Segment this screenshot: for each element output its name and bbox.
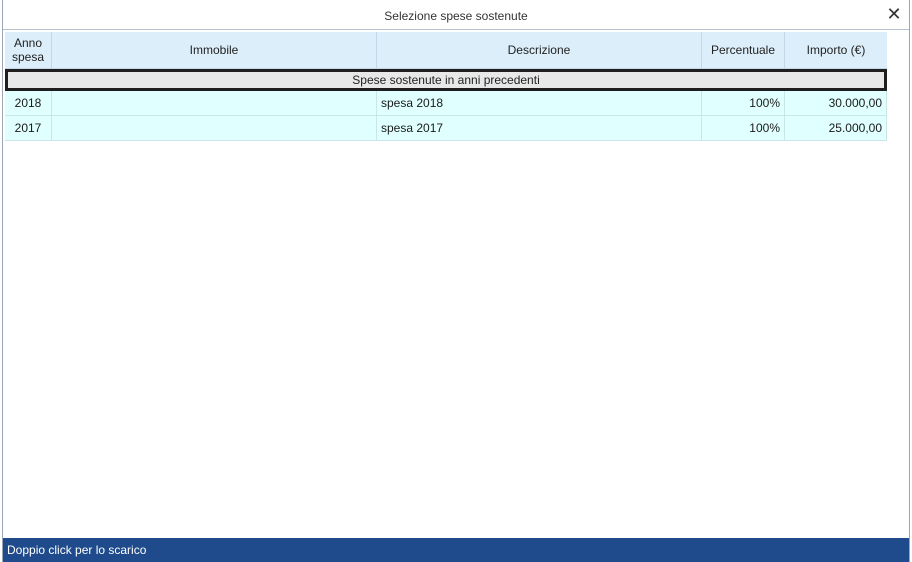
window-title: Selezione spese sostenute bbox=[384, 9, 528, 23]
group-label: Spese sostenute in anni precedenti bbox=[352, 73, 540, 87]
cell-anno: 2018 bbox=[5, 91, 52, 115]
cell-importo: 25.000,00 bbox=[785, 116, 887, 140]
cell-anno: 2017 bbox=[5, 116, 52, 140]
cell-immobile bbox=[52, 91, 377, 115]
table-row[interactable]: 2018 spesa 2018 100% 30.000,00 bbox=[5, 91, 887, 116]
column-header-anno-spesa[interactable]: Anno spesa bbox=[5, 32, 52, 68]
table-row[interactable]: 2017 spesa 2017 100% 25.000,00 bbox=[5, 116, 887, 141]
cell-importo: 30.000,00 bbox=[785, 91, 887, 115]
cell-descrizione: spesa 2017 bbox=[377, 116, 702, 140]
cell-immobile bbox=[52, 116, 377, 140]
column-header-immobile[interactable]: Immobile bbox=[52, 32, 377, 68]
column-header-percentuale[interactable]: Percentuale bbox=[702, 32, 785, 68]
header-anno-label: Anno spesa bbox=[11, 36, 45, 64]
status-text: Doppio click per lo scarico bbox=[7, 543, 147, 557]
column-header-descrizione[interactable]: Descrizione bbox=[377, 32, 702, 68]
title-bar: Selezione spese sostenute ✕ bbox=[3, 0, 909, 30]
cell-percentuale: 100% bbox=[702, 116, 785, 140]
group-row-anni-precedenti[interactable]: Spese sostenute in anni precedenti bbox=[5, 69, 887, 91]
table-header: Anno spesa Immobile Descrizione Percentua… bbox=[5, 32, 887, 69]
cell-percentuale: 100% bbox=[702, 91, 785, 115]
column-header-importo[interactable]: Importo (€) bbox=[785, 32, 887, 68]
cell-descrizione: spesa 2018 bbox=[377, 91, 702, 115]
expenses-grid: Anno spesa Immobile Descrizione Percentua… bbox=[5, 32, 887, 141]
status-bar: Doppio click per lo scarico bbox=[3, 538, 909, 562]
dialog-window: Selezione spese sostenute ✕ Anno spesa Im… bbox=[2, 0, 910, 562]
close-icon[interactable]: ✕ bbox=[885, 5, 903, 23]
